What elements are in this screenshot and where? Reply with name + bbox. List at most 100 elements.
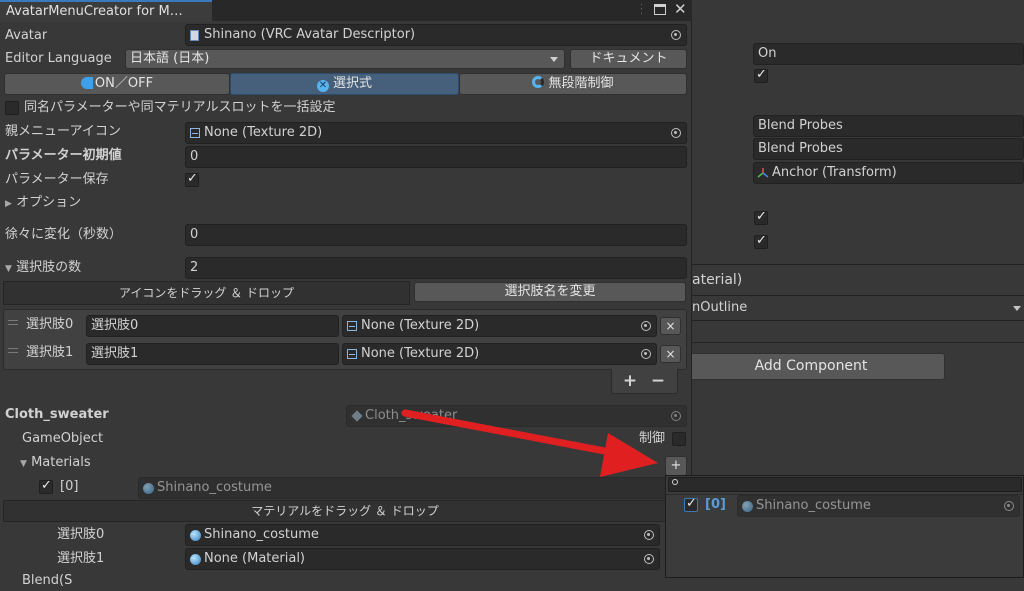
object-picker-icon[interactable] bbox=[671, 128, 681, 138]
mode-tab-stepless[interactable]: 無段階制御 bbox=[459, 73, 687, 95]
object-picker-icon[interactable] bbox=[641, 349, 651, 359]
close-icon[interactable]: ✕ bbox=[674, 0, 688, 20]
radial-icon bbox=[532, 76, 545, 88]
control-checkbox[interactable] bbox=[672, 432, 686, 446]
material-drop-label: マテリアルをドラッグ ＆ ドロップ bbox=[251, 504, 439, 518]
kebab-menu-icon[interactable]: ⋮ bbox=[636, 3, 642, 17]
choice-1-name-field[interactable]: 選択肢1 bbox=[86, 343, 339, 365]
popup-material-checkbox[interactable] bbox=[684, 498, 698, 512]
add-component-button[interactable]: Add Component bbox=[677, 353, 945, 380]
texture-icon bbox=[347, 321, 357, 331]
mode-tab-select[interactable]: ✕ 選択式 bbox=[230, 73, 459, 95]
texture-icon bbox=[190, 128, 200, 138]
mat-choice-1-label: 選択肢1 bbox=[57, 551, 105, 566]
object-picker-icon[interactable] bbox=[644, 530, 654, 540]
inspector-divider-2 bbox=[692, 295, 1024, 296]
choice-0-delete-button[interactable]: × bbox=[660, 317, 681, 335]
choice-0-name-field[interactable]: 選択肢0 bbox=[86, 315, 339, 337]
inspector-material-header: aterial) bbox=[692, 272, 743, 288]
object-picker-icon[interactable] bbox=[644, 554, 654, 564]
transform-icon bbox=[757, 167, 769, 179]
param-save-checkbox[interactable] bbox=[185, 173, 199, 187]
window-tab[interactable]: AvatarMenuCreator for M… bbox=[0, 0, 212, 22]
inspector-divider-3 bbox=[692, 320, 1024, 321]
inspector-outline-dropdown[interactable]: nOutline bbox=[692, 298, 747, 318]
object-picker-icon bbox=[671, 411, 681, 421]
choice-count-foldout[interactable]: ▼ 選択肢の数 bbox=[5, 258, 81, 278]
choice-0-icon-value: None (Texture 2D) bbox=[361, 318, 480, 333]
param-default-field[interactable]: 0 bbox=[185, 146, 687, 168]
mat-choice-1-value: None (Material) bbox=[204, 551, 306, 566]
inspector-light-probes-field[interactable]: Blend Probes bbox=[753, 115, 1024, 137]
drag-handle-icon[interactable] bbox=[8, 320, 18, 325]
add-choice-button[interactable]: + bbox=[622, 371, 638, 391]
mode-tab-onoff-label: ON／OFF bbox=[94, 76, 154, 91]
icon-drop-area[interactable]: アイコンをドラッグ ＆ ドロップ bbox=[3, 281, 410, 305]
editor-language-label: Editor Language bbox=[5, 51, 112, 66]
maximize-icon[interactable] bbox=[654, 4, 666, 15]
mat-choice-0-field[interactable]: Shinano_costume bbox=[185, 524, 660, 546]
texture-icon bbox=[347, 349, 357, 359]
mat-choice-0-label: 選択肢0 bbox=[57, 527, 105, 542]
inspector-divider bbox=[692, 264, 1024, 265]
choice-0-icon-field[interactable]: None (Texture 2D) bbox=[342, 315, 657, 337]
bulk-setting-label: 同名パラメーターや同マテリアルスロットを一括設定 bbox=[24, 100, 336, 115]
choice-1-label: 選択肢1 bbox=[26, 345, 74, 360]
choice-1-delete-button[interactable]: × bbox=[660, 345, 681, 363]
cloth-object-name: Cloth_sweater bbox=[5, 407, 109, 422]
inspector-on-field[interactable]: On bbox=[753, 43, 1024, 65]
materials-label: Materials bbox=[31, 455, 91, 470]
material-sphere-icon bbox=[742, 501, 753, 512]
inspector-checkbox-3[interactable] bbox=[754, 235, 768, 249]
avatar-field[interactable]: Shinano (VRC Avatar Descriptor) bbox=[185, 24, 687, 46]
avatar-label: Avatar bbox=[5, 28, 48, 43]
mat-choice-1-field[interactable]: None (Material) bbox=[185, 548, 660, 570]
material-sphere-icon bbox=[143, 483, 154, 494]
object-picker-icon bbox=[1004, 501, 1014, 511]
parent-icon-label: 親メニューアイコン bbox=[5, 124, 121, 139]
choice-1-icon-value: None (Texture 2D) bbox=[361, 346, 480, 361]
choice-1-icon-field[interactable]: None (Texture 2D) bbox=[342, 343, 657, 365]
popup-search-field[interactable] bbox=[668, 477, 1022, 492]
mode-tab-stepless-label: 無段階制御 bbox=[548, 76, 614, 91]
inspector-divider-4 bbox=[692, 342, 1024, 343]
inspector-checkbox-1[interactable] bbox=[754, 69, 768, 83]
parent-icon-field[interactable]: None (Texture 2D) bbox=[185, 122, 687, 144]
transition-field[interactable]: 0 bbox=[185, 224, 687, 246]
inspector-anchor-field[interactable]: Anchor (Transform) bbox=[753, 162, 1024, 184]
options-label: オプション bbox=[16, 195, 82, 210]
inspector-checkbox-2[interactable] bbox=[754, 211, 768, 225]
editor-language-value: 日本語 (日本) bbox=[130, 51, 210, 66]
material-slot-checkbox[interactable] bbox=[39, 480, 53, 494]
remove-choice-button[interactable]: − bbox=[650, 371, 666, 391]
material-sphere-icon bbox=[190, 554, 201, 565]
choice-count-field[interactable]: 2 bbox=[185, 257, 687, 279]
rename-choices-button[interactable]: 選択肢名を変更 bbox=[414, 282, 686, 302]
document-button[interactable]: ドキュメント bbox=[570, 49, 687, 69]
choice-count-label: 選択肢の数 bbox=[16, 260, 82, 275]
options-foldout[interactable]: ▶ オプション bbox=[5, 193, 81, 213]
dropdown-arrow-icon bbox=[1013, 306, 1021, 311]
bulk-setting-checkbox[interactable] bbox=[5, 101, 19, 115]
red-arrow-annotation bbox=[401, 409, 658, 477]
foldout-arrow-icon: ▶ bbox=[5, 199, 12, 209]
material-drop-area[interactable]: マテリアルをドラッグ ＆ ドロップ bbox=[3, 500, 687, 522]
materials-foldout[interactable]: ▼ Materials bbox=[20, 453, 91, 473]
dropdown-arrow-icon bbox=[550, 57, 558, 62]
mat-choice-0-value: Shinano_costume bbox=[204, 527, 319, 542]
editor-language-dropdown[interactable]: 日本語 (日本) bbox=[125, 49, 565, 69]
param-save-label: パラメーター保存 bbox=[5, 172, 109, 187]
select-mode-icon: ✕ bbox=[316, 80, 329, 92]
inspector-reflection-probes-field[interactable]: Blend Probes bbox=[753, 138, 1024, 160]
material-slot-field: Shinano_costume bbox=[138, 477, 687, 499]
object-picker-icon[interactable] bbox=[671, 30, 681, 40]
object-picker-icon[interactable] bbox=[641, 321, 651, 331]
popup-material-index: [0] bbox=[705, 497, 726, 512]
mode-tab-onoff[interactable]: ON／OFF bbox=[4, 73, 230, 95]
material-slot-index: [0] bbox=[60, 479, 79, 494]
drag-handle-icon[interactable] bbox=[8, 348, 18, 353]
popup-material-field: Shinano_costume bbox=[737, 495, 1020, 517]
search-icon bbox=[672, 479, 678, 485]
material-sphere-icon bbox=[190, 530, 201, 541]
avatar-descriptor-icon bbox=[190, 30, 199, 41]
